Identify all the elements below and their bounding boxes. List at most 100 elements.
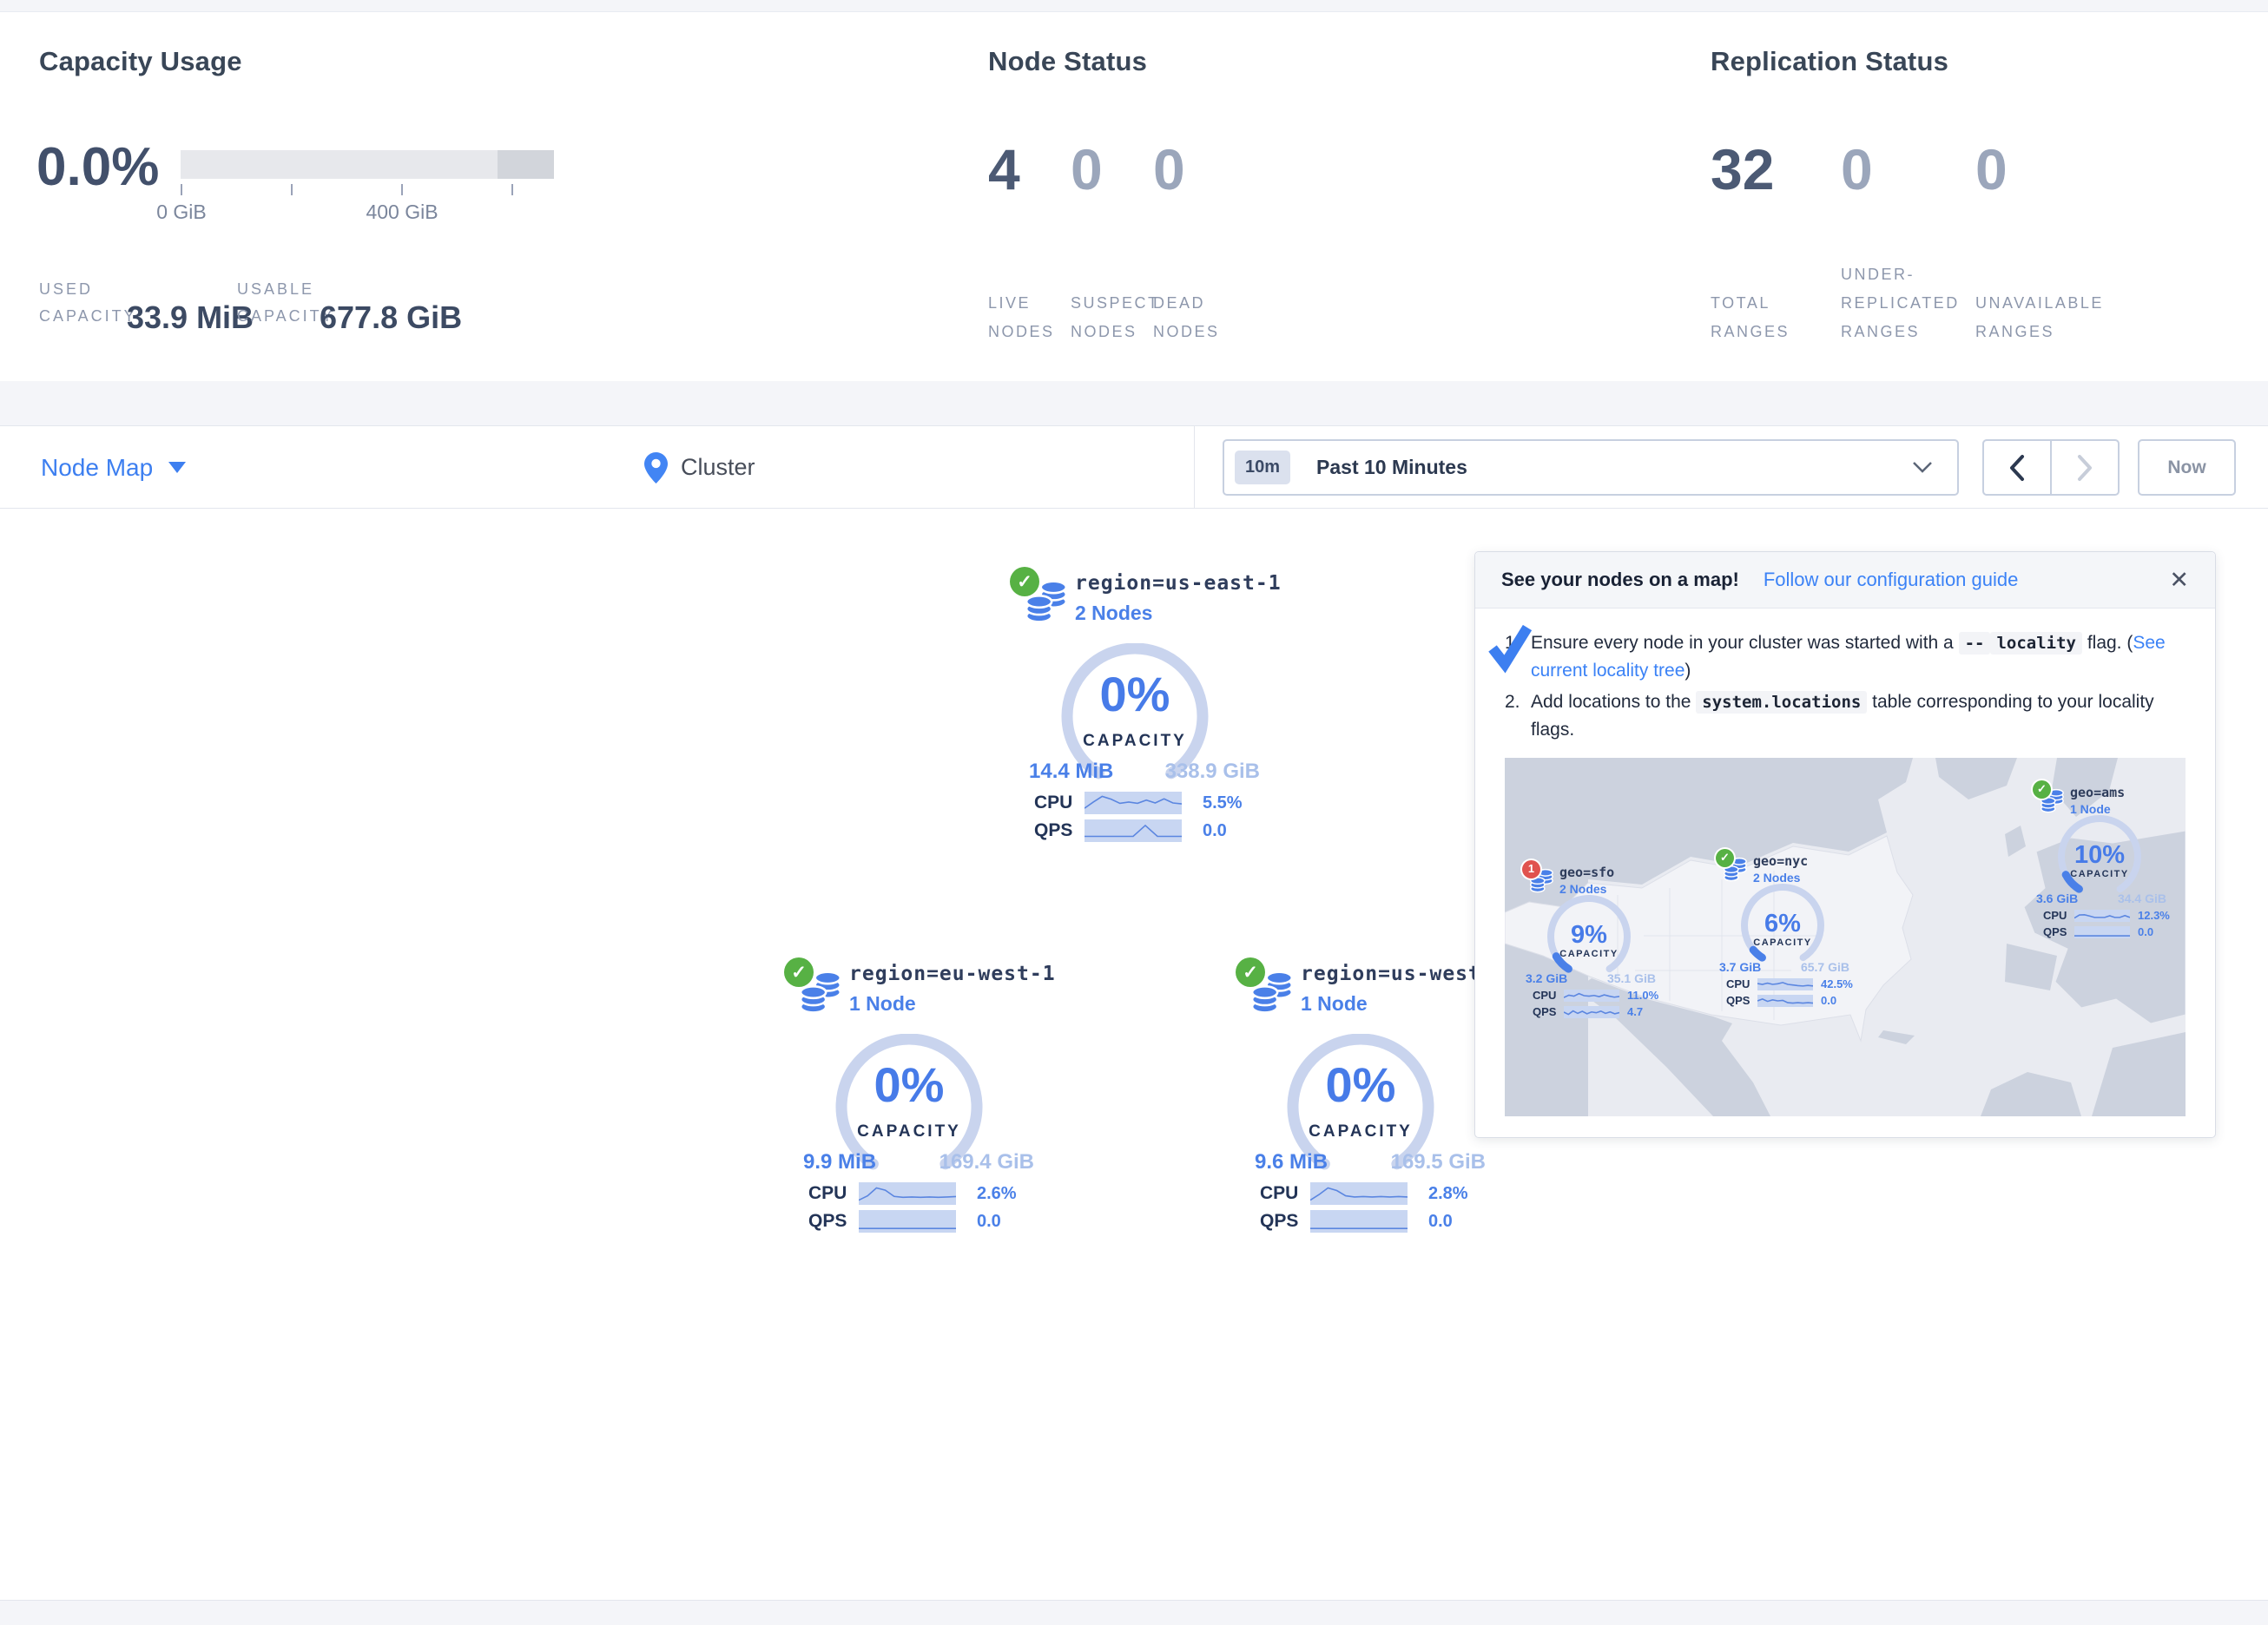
footer-strip [0,1600,2268,1625]
under-replicated-label: UNDER- REPLICATED RANGES [1841,249,1975,346]
qps-label: QPS [1034,820,1085,841]
used-capacity-value: 14.4 MiB [1029,760,1113,784]
qps-label: QPS [1726,992,1757,1010]
configuration-guide-link[interactable]: Follow our configuration guide [1764,569,2019,591]
chevron-down-icon [1912,461,1933,474]
divider-band [0,381,2268,426]
node-count-link[interactable]: 2 Nodes [1075,602,1152,625]
time-step-forward-button[interactable] [2050,439,2120,496]
dead-nodes-count: 0 [1153,136,1236,202]
used-capacity-value: 33.9 MiB [127,299,254,336]
chevron-left-icon [2008,454,2026,482]
view-mode-label: Node Map [41,454,153,482]
breadcrumb-label: Cluster [681,454,755,481]
cpu-sparkline [1757,978,1813,990]
step-text-mid: flag. ( [2082,633,2133,653]
used-capacity-label: USED CAPACITY [39,276,137,330]
unavailable-count: 0 [1975,136,2123,202]
example-world-map: 1 geo=sfo 2 Nodes 9% CAPACITY [1505,758,2186,1116]
total-capacity-value: 65.7 GiB [1801,958,1849,977]
live-nodes-label: LIVE NODES [988,249,1071,346]
cpu-sparkline [2074,910,2130,922]
locality-flag-code: -- [1959,632,1991,655]
capacity-label: CAPACITY [2043,867,2156,882]
qps-sparkline [1085,819,1182,842]
cpu-value: 2.8% [1428,1184,1468,1204]
node-count-link[interactable]: 1 Node [1301,992,1368,1016]
qps-value: 0.0 [977,1212,1001,1232]
step-text-pre: Ensure every node in your cluster was st… [1531,633,1959,653]
capacity-percent: 0% [809,1056,1009,1113]
region-label[interactable]: region=us-east-1 [1075,572,1282,595]
used-capacity-value: 3.2 GiB [1526,970,1567,988]
qps-sparkline [1757,995,1813,1007]
suspect-nodes-count: 0 [1071,136,1153,202]
qps-sparkline [859,1210,956,1233]
used-capacity-value: 9.9 MiB [803,1150,876,1174]
under-replicated-count: 0 [1841,136,1975,202]
axis-tick [181,184,182,195]
setup-step-1: 1. Ensure every node in your cluster was… [1505,629,2186,685]
popup-body: 1. Ensure every node in your cluster was… [1475,609,2215,1137]
time-range-dropdown[interactable]: 10m Past 10 Minutes [1223,439,1959,496]
capacity-label: CAPACITY [1726,936,1839,951]
axis-tick [511,184,513,195]
axis-tick-label: 400 GiB [341,201,463,224]
qps-sparkline [2074,926,2130,938]
region-label[interactable]: region=eu-west-1 [849,963,1056,985]
time-range-badge: 10m [1235,451,1290,484]
status-healthy-icon: ✓ [1716,849,1734,867]
cpu-value: 11.0% [1627,987,1658,1004]
capacity-bar-segment [498,150,554,179]
status-healthy-icon: ✓ [1010,567,1039,596]
qps-label: QPS [808,1211,859,1232]
view-toolbar: Node Map Cluster 10m Past 10 Minutes [0,426,2268,509]
cpu-label: CPU [1726,976,1757,993]
capacity-percent: 0% [1035,666,1235,722]
node-status-title: Node Status [988,46,1147,77]
suspect-nodes-label: SUSPECT NODES [1071,249,1153,346]
setup-step-2: 2. Add locations to the system.locations… [1505,688,2186,744]
close-icon[interactable]: ✕ [2169,569,2189,592]
status-healthy-icon: ✓ [784,957,814,987]
cpu-sparkline [1085,792,1182,814]
total-capacity-value: 169.4 GiB [940,1150,1034,1174]
view-mode-dropdown[interactable]: Node Map [41,426,186,509]
capacity-usage-title: Capacity Usage [39,46,242,77]
system-locations-code: system.locations [1696,691,1867,714]
cpu-label: CPU [1034,793,1085,813]
cpu-label: CPU [808,1183,859,1204]
cpu-sparkline [1564,990,1619,1002]
dead-nodes-label: DEAD NODES [1153,249,1236,346]
status-warning-icon: 1 [1522,860,1540,878]
popup-header: See your nodes on a map! Follow our conf… [1475,552,2215,609]
used-capacity-value: 3.6 GiB [2036,890,2078,908]
cpu-label: CPU [1260,1183,1310,1204]
popup-title: See your nodes on a map! [1501,569,1739,591]
now-button[interactable]: Now [2138,439,2236,496]
used-capacity-value: 9.6 MiB [1255,1150,1328,1174]
capacity-label: CAPACITY [1261,1122,1460,1141]
total-capacity-value: 338.9 GiB [1165,760,1260,784]
cpu-value: 42.5% [1821,976,1853,993]
axis-tick [401,184,403,195]
cpu-label: CPU [2043,907,2074,924]
qps-sparkline [1310,1210,1408,1233]
capacity-bar [181,150,554,179]
breadcrumb[interactable]: Cluster [644,426,755,509]
cpu-value: 12.3% [2138,907,2170,924]
total-ranges-label: TOTAL RANGES [1711,249,1841,346]
top-strip [0,0,2268,12]
time-step-back-button[interactable] [1982,439,2052,496]
capacity-percent: 0% [1261,1056,1460,1113]
cluster-overview-page: Capacity Usage 0.0% 0 GiB 400 GiB USED C… [0,0,2268,1625]
cpu-sparkline [1310,1182,1408,1205]
capacity-gauge: 10% CAPACITY [2043,813,2156,897]
step-number: 2. [1505,688,1531,744]
live-nodes-count: 4 [988,136,1071,202]
cpu-label: CPU [1533,987,1564,1004]
qps-value: 4.7 [1627,1003,1643,1021]
node-count-link[interactable]: 1 Node [849,992,916,1016]
capacity-label: CAPACITY [1035,732,1235,751]
status-healthy-icon: ✓ [2033,780,2051,799]
